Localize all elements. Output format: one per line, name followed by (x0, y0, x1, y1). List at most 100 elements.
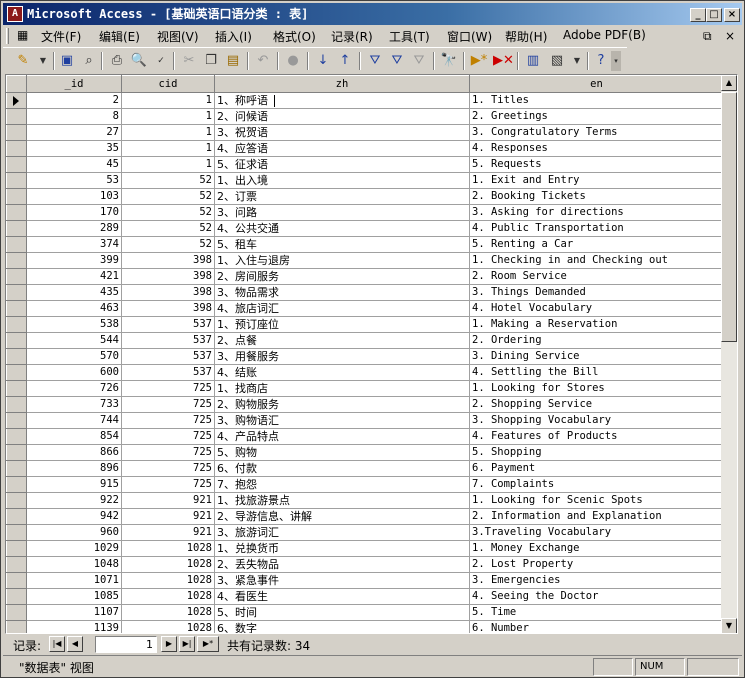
record-selector[interactable] (6, 220, 27, 237)
cell-zh[interactable]: 4、看医生 (214, 588, 470, 605)
table-row[interactable]: 374 52 5、租车 5. Renting a Car (6, 236, 724, 253)
delete-record-icon[interactable]: ▶✕ (493, 51, 514, 71)
cell-zh[interactable]: 2、订票 (214, 188, 470, 205)
paste-icon[interactable]: ▤ (223, 51, 243, 71)
table-row[interactable]: 896 725 6、付款 6. Payment (6, 460, 724, 477)
cell-cid[interactable]: 725 (121, 412, 215, 429)
table-menu-icon[interactable]: ▦ (17, 28, 28, 42)
cell-zh[interactable]: 5、购物 (214, 444, 470, 461)
record-selector[interactable] (6, 348, 27, 365)
column-header-zh[interactable]: zh (214, 75, 470, 93)
menu-tools[interactable]: 工具(T) (389, 28, 430, 45)
new-record-icon[interactable]: ▶* (469, 51, 489, 71)
new-object-dropdown-icon[interactable]: ▼ (567, 51, 587, 71)
table-row[interactable]: 866 725 5、购物 5. Shopping (6, 444, 724, 461)
table-row[interactable]: 1029 1028 1、兑换货币 1. Money Exchange (6, 540, 724, 557)
spelling-icon[interactable]: ✓ (151, 51, 171, 71)
cell-cid[interactable]: 1 (121, 140, 215, 157)
cell-id[interactable]: 915 (26, 476, 122, 493)
table-row[interactable]: 942 921 2、导游信息、讲解 2. Information and Explan… (6, 508, 724, 525)
cell-zh[interactable]: 1、找商店 (214, 380, 470, 397)
cell-id[interactable]: 896 (26, 460, 122, 477)
table-row[interactable]: 2 1 1、称呼语 1. Titles (6, 92, 724, 109)
cell-zh[interactable]: 1、入住与退房 (214, 252, 470, 269)
cell-id[interactable]: 8 (26, 108, 122, 125)
cell-cid[interactable]: 537 (121, 348, 215, 365)
cell-id[interactable]: 2 (26, 92, 122, 109)
cell-id[interactable]: 170 (26, 204, 122, 221)
record-selector[interactable] (6, 124, 27, 141)
cell-cid[interactable]: 52 (121, 172, 215, 189)
cell-en[interactable]: 2. Information and Explanation (469, 508, 724, 525)
cell-en[interactable]: 4. Public Transportation (469, 220, 724, 237)
maximize-button[interactable]: □ (706, 8, 722, 22)
menu-insert[interactable]: 插入(I) (215, 28, 252, 45)
cell-cid[interactable]: 537 (121, 332, 215, 349)
record-selector[interactable] (6, 540, 27, 557)
help-icon[interactable]: ? (591, 51, 611, 71)
cell-zh[interactable]: 4、旅店词汇 (214, 300, 470, 317)
filter-by-form-icon[interactable]: ⛛ (387, 51, 407, 71)
previous-record-button[interactable]: ◀ (67, 636, 83, 652)
cell-id[interactable]: 538 (26, 316, 122, 333)
table-row[interactable]: 726 725 1、找商店 1. Looking for Stores (6, 380, 724, 397)
cell-en[interactable]: 2. Ordering (469, 332, 724, 349)
select-all-corner[interactable] (6, 75, 27, 93)
cell-cid[interactable]: 398 (121, 252, 215, 269)
next-record-button[interactable]: ▶ (161, 636, 177, 652)
database-window-icon[interactable]: ▥ (523, 51, 543, 71)
record-selector[interactable] (6, 156, 27, 173)
cell-cid[interactable]: 1028 (121, 556, 215, 573)
record-selector[interactable] (6, 236, 27, 253)
find-icon[interactable]: 🔭 (439, 51, 459, 71)
cell-id[interactable]: 374 (26, 236, 122, 253)
cell-en[interactable]: 3. Dining Service (469, 348, 724, 365)
current-record-input[interactable]: 1 (95, 636, 157, 653)
cell-en[interactable]: 1. Exit and Entry (469, 172, 724, 189)
table-row[interactable]: 538 537 1、预订座位 1. Making a Reservation (6, 316, 724, 333)
cell-en[interactable]: 5. Renting a Car (469, 236, 724, 253)
cell-id[interactable]: 45 (26, 156, 122, 173)
cell-en[interactable]: 7. Complaints (469, 476, 724, 493)
cell-cid[interactable]: 52 (121, 188, 215, 205)
record-selector[interactable] (6, 204, 27, 221)
table-row[interactable]: 45 1 5、征求语 5. Requests (6, 156, 724, 173)
cell-zh[interactable]: 1、找旅游景点 (214, 492, 470, 509)
cell-id[interactable]: 1139 (26, 620, 122, 633)
table-row[interactable]: 570 537 3、用餐服务 3. Dining Service (6, 348, 724, 365)
cell-en[interactable]: 3. Congratulatory Terms (469, 124, 724, 141)
cell-cid[interactable]: 921 (121, 492, 215, 509)
minimize-button[interactable]: _ (690, 8, 706, 22)
cell-zh[interactable]: 2、购物服务 (214, 396, 470, 413)
record-selector[interactable] (6, 444, 27, 461)
record-selector[interactable] (6, 140, 27, 157)
cell-cid[interactable]: 398 (121, 300, 215, 317)
cell-en[interactable]: 6. Number (469, 620, 724, 633)
table-row[interactable]: 35 1 4、应答语 4. Responses (6, 140, 724, 157)
access-key-icon[interactable]: A (7, 6, 23, 22)
cell-cid[interactable]: 52 (121, 236, 215, 253)
cell-id[interactable]: 1085 (26, 588, 122, 605)
cell-zh[interactable]: 1、称呼语 (214, 92, 470, 109)
cell-cid[interactable]: 725 (121, 396, 215, 413)
cell-zh[interactable]: 4、应答语 (214, 140, 470, 157)
record-selector[interactable] (6, 620, 27, 633)
cell-id[interactable]: 922 (26, 492, 122, 509)
table-row[interactable]: 8 1 2、问候语 2. Greetings (6, 108, 724, 125)
cell-en[interactable]: 1. Making a Reservation (469, 316, 724, 333)
cell-zh[interactable]: 1、兑换货币 (214, 540, 470, 557)
record-selector[interactable] (6, 268, 27, 285)
hyperlink-icon[interactable]: ● (283, 51, 303, 71)
table-row[interactable]: 399 398 1、入住与退房 1. Checking in and Checking… (6, 252, 724, 269)
mdi-close-button[interactable]: × (725, 29, 735, 43)
cell-zh[interactable]: 3、祝贺语 (214, 124, 470, 141)
cell-zh[interactable]: 2、丢失物品 (214, 556, 470, 573)
cell-cid[interactable]: 921 (121, 508, 215, 525)
record-selector[interactable] (6, 300, 27, 317)
new-record-button[interactable]: ▶* (197, 636, 219, 652)
table-row[interactable]: 421 398 2、房间服务 2. Room Service (6, 268, 724, 285)
cell-cid[interactable]: 1 (121, 92, 215, 109)
cell-zh[interactable]: 1、预订座位 (214, 316, 470, 333)
cell-en[interactable]: 4. Hotel Vocabulary (469, 300, 724, 317)
filter-by-selection-icon[interactable]: ⛛ (365, 51, 385, 71)
